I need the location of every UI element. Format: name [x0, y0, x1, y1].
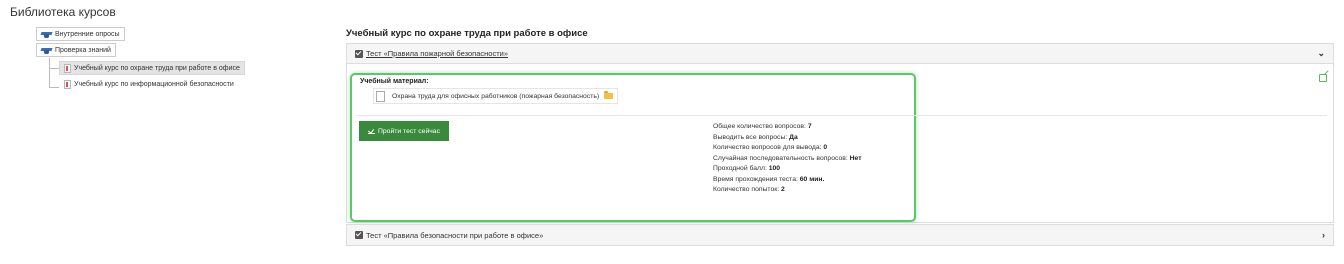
checkbox-checked-icon: [355, 49, 363, 58]
stat-row: Проходной балл: 100: [713, 164, 862, 175]
start-test-label: Пройти тест сейчас: [378, 127, 440, 135]
tree-item-label: Учебный курс по информационной безопасно…: [74, 80, 234, 88]
stat-label: Случайная последовательность вопросов:: [713, 154, 848, 162]
stat-label: Выводить все вопросы:: [713, 133, 788, 141]
test-title-link[interactable]: Тест «Правила безопасности при работе в …: [366, 231, 543, 240]
stat-value: Нет: [849, 154, 862, 162]
tree-item-label: Учебный курс по охране труда при работе …: [74, 64, 240, 72]
stat-row: Количество попыток: 2: [713, 185, 862, 196]
tree-item-label: Внутренние опросы: [55, 30, 120, 38]
tree-item-office-safety-course[interactable]: Учебный курс по охране труда при работе …: [59, 61, 245, 75]
stat-label: Время прохождения теста:: [713, 175, 798, 183]
material-title: Учебный материал:: [360, 78, 429, 85]
tree-item-knowledge-check[interactable]: Проверка знаний: [36, 43, 116, 57]
stat-label: Проходной балл:: [713, 165, 767, 172]
stat-value: 0: [823, 144, 828, 151]
test-accordion-office-safety: Тест «Правила безопасности при работе в …: [346, 224, 1334, 246]
stat-row: Случайная последовательность вопросов: Н…: [713, 154, 862, 165]
material-item-label: Охрана труда для офисных работников (пож…: [392, 92, 600, 100]
course-page-icon: [64, 79, 71, 89]
stat-row: Время прохождения теста: 60 мин.: [713, 175, 862, 186]
accordion-body: Учебный материал: Охрана труда для офисн…: [347, 64, 1333, 222]
graduation-cap-icon: [41, 31, 52, 38]
start-test-button[interactable]: Пройти тест сейчас: [359, 121, 449, 141]
course-title: Учебный курс по охране труда при работе …: [346, 28, 588, 39]
stat-label: Общее количество вопросов:: [713, 123, 806, 130]
stat-value: 7: [807, 123, 812, 130]
tree-connector: [49, 87, 59, 88]
test-stats: Общее количество вопросов: 7 Выводить вс…: [713, 122, 862, 196]
tree-item-label: Проверка знаний: [55, 46, 111, 54]
accordion-header[interactable]: Тест «Правила безопасности при работе в …: [347, 225, 1333, 245]
stat-row: Выводить все вопросы: Да: [713, 133, 862, 144]
divider: [357, 115, 1327, 116]
stat-value: 2: [780, 186, 785, 193]
chevron-right-icon[interactable]: ›: [1322, 230, 1325, 240]
material-item[interactable]: Охрана труда для офисных работников (пож…: [373, 88, 619, 104]
stat-label: Количество попыток:: [713, 186, 780, 193]
course-tree: Внутренние опросы Проверка знаний Учебны…: [0, 0, 340, 120]
folder-icon[interactable]: [604, 91, 614, 99]
stat-value: Да: [789, 133, 798, 141]
stat-value: 100: [768, 165, 781, 172]
document-icon: [376, 90, 385, 102]
test-accordion-fire-safety: Тест «Правила пожарной безопасности» ⌄ У…: [346, 43, 1334, 223]
accordion-header[interactable]: Тест «Правила пожарной безопасности» ⌄: [347, 44, 1333, 64]
stat-row: Количество вопросов для вывода: 0: [713, 143, 862, 154]
chevron-down-icon[interactable]: ⌄: [1317, 48, 1325, 59]
stat-value: 60 мин.: [799, 175, 825, 183]
tree-connector: [49, 68, 59, 69]
test-title-link[interactable]: Тест «Правила пожарной безопасности»: [366, 49, 508, 58]
graduation-cap-icon: [41, 47, 52, 54]
checkbox-checked-icon: [355, 231, 363, 239]
external-edit-icon[interactable]: [1319, 74, 1327, 82]
tree-item-infosec-course[interactable]: Учебный курс по информационной безопасно…: [59, 77, 239, 91]
stat-row: Общее количество вопросов: 7: [713, 122, 862, 133]
stat-label: Количество вопросов для вывода:: [713, 144, 822, 151]
tree-item-internal-surveys[interactable]: Внутренние опросы: [36, 27, 125, 41]
course-page-icon: [64, 63, 71, 73]
start-icon: [368, 128, 376, 134]
tree-connector: [49, 58, 50, 88]
